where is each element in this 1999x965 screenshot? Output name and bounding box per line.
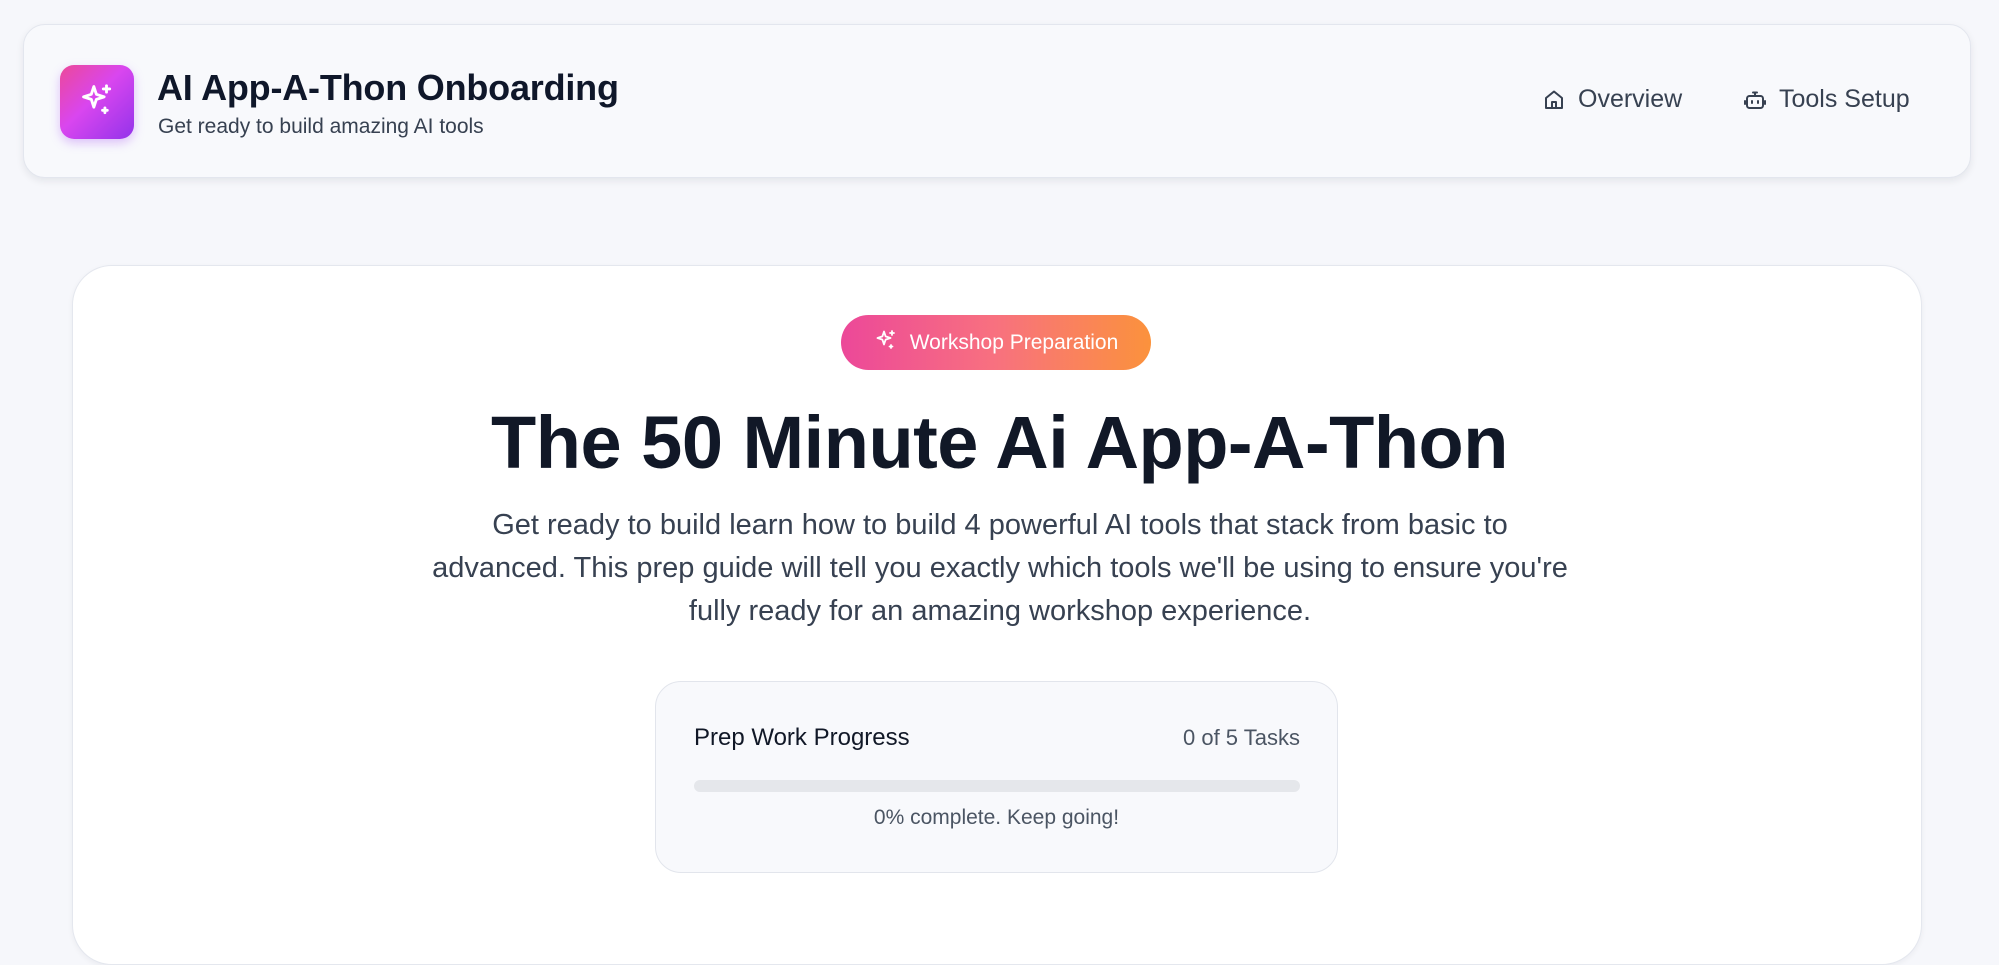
nav-tools-setup[interactable]: Tools Setup bbox=[1743, 85, 1910, 114]
nav-overview[interactable]: Overview bbox=[1542, 85, 1682, 114]
progress-label: Prep Work Progress bbox=[694, 724, 910, 751]
progress-count: 0 of 5 Tasks bbox=[1183, 725, 1300, 750]
prep-progress-panel: Prep Work Progress 0 of 5 Tasks 0% compl… bbox=[655, 681, 1338, 873]
bot-icon bbox=[1743, 88, 1767, 112]
workshop-badge-label: Workshop Preparation bbox=[909, 330, 1119, 354]
app-title: AI App-A-Thon Onboarding bbox=[157, 67, 619, 108]
app-subtitle: Get ready to build amazing AI tools bbox=[158, 115, 484, 138]
workshop-badge: Workshop Preparation bbox=[841, 315, 1151, 370]
sparkles-icon bbox=[78, 81, 116, 124]
page-description: Get ready to build learn how to build 4 … bbox=[432, 509, 1568, 627]
page-title: The 50 Minute Ai App-A-Thon bbox=[491, 401, 1508, 484]
progress-note: 0% complete. Keep going! bbox=[873, 806, 1120, 829]
home-icon bbox=[1542, 88, 1566, 112]
nav-overview-label: Overview bbox=[1578, 85, 1683, 113]
app-logo[interactable] bbox=[60, 65, 134, 139]
app-header: AI App-A-Thon Onboarding Get ready to bu… bbox=[23, 24, 1971, 178]
sparkles-icon bbox=[874, 328, 898, 358]
progress-bar bbox=[694, 780, 1300, 792]
nav-tools-setup-label: Tools Setup bbox=[1779, 85, 1910, 113]
